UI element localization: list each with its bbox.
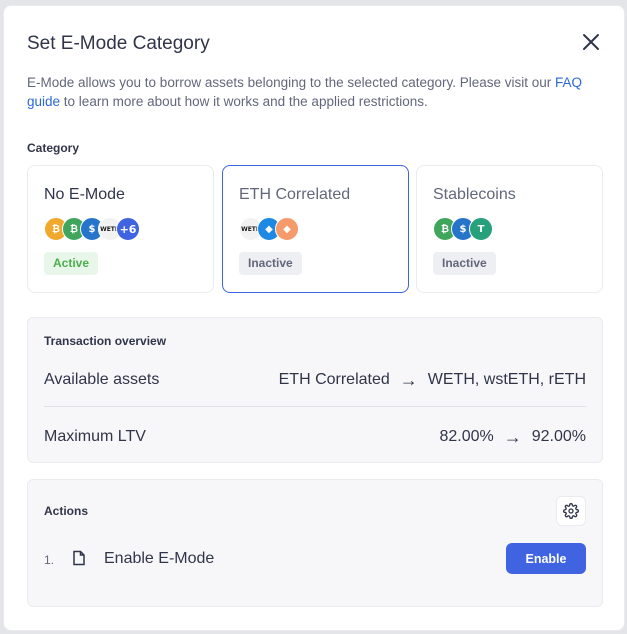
card-title: No E-Mode: [44, 186, 125, 203]
status-badge: Inactive: [239, 252, 302, 275]
ltv-to: 92.00%: [531, 428, 586, 445]
arrow-right-icon: →: [503, 427, 522, 447]
category-card-stablecoins[interactable]: Stablecoins ₿ $ T Inactive: [416, 165, 603, 293]
desc-text-1: E-Mode allows you to borrow assets belon…: [27, 75, 556, 90]
asset-icons: WETH ◆ ◆: [239, 217, 299, 241]
available-assets-value: ETH Correlated → WETH, wstETH, rETH: [279, 371, 586, 389]
category-label: Category: [27, 141, 80, 155]
divider: [44, 406, 586, 407]
actions-title: Actions: [44, 504, 89, 518]
enable-button[interactable]: Enable: [506, 543, 586, 574]
category-card-no-emode[interactable]: No E-Mode ₿ ₿ $ WETH +6 Active: [27, 165, 214, 293]
close-icon[interactable]: [580, 31, 602, 53]
more-assets-badge: +6: [116, 217, 140, 241]
step-number: 1.: [44, 553, 55, 567]
document-icon: [72, 550, 86, 571]
actions-panel: Actions 1. Enable E-Mode Enable: [27, 479, 603, 607]
status-badge: Inactive: [433, 252, 496, 275]
step-label: Enable E-Mode: [104, 550, 215, 567]
overview-title: Transaction overview: [44, 334, 167, 348]
usdt-icon: T: [469, 217, 493, 241]
gear-icon[interactable]: [556, 496, 586, 526]
desc-text-2: to learn more about how it works and the…: [60, 94, 428, 109]
card-title: ETH Correlated: [239, 186, 351, 203]
asset-icons: ₿ $ T: [433, 217, 493, 241]
available-from: ETH Correlated: [278, 371, 390, 388]
modal-description: E-Mode allows you to borrow assets belon…: [27, 73, 597, 111]
ltv-from: 82.00%: [439, 428, 494, 445]
available-to: WETH, wstETH, rETH: [427, 371, 586, 388]
max-ltv-value: 82.00% → 92.00%: [439, 428, 586, 446]
category-card-eth-correlated[interactable]: ETH Correlated WETH ◆ ◆ Inactive: [222, 165, 409, 293]
reth-icon: ◆: [275, 217, 299, 241]
available-assets-label: Available assets: [44, 371, 160, 388]
status-badge: Active: [44, 252, 99, 275]
asset-icons: ₿ ₿ $ WETH +6: [44, 217, 140, 241]
transaction-overview-panel: Transaction overview Available assets ET…: [27, 317, 603, 463]
emode-modal: Set E-Mode Category E-Mode allows you to…: [3, 5, 625, 631]
card-title: Stablecoins: [433, 186, 516, 203]
arrow-right-icon: →: [399, 370, 418, 390]
max-ltv-label: Maximum LTV: [44, 428, 146, 445]
modal-title: Set E-Mode Category: [27, 33, 210, 54]
